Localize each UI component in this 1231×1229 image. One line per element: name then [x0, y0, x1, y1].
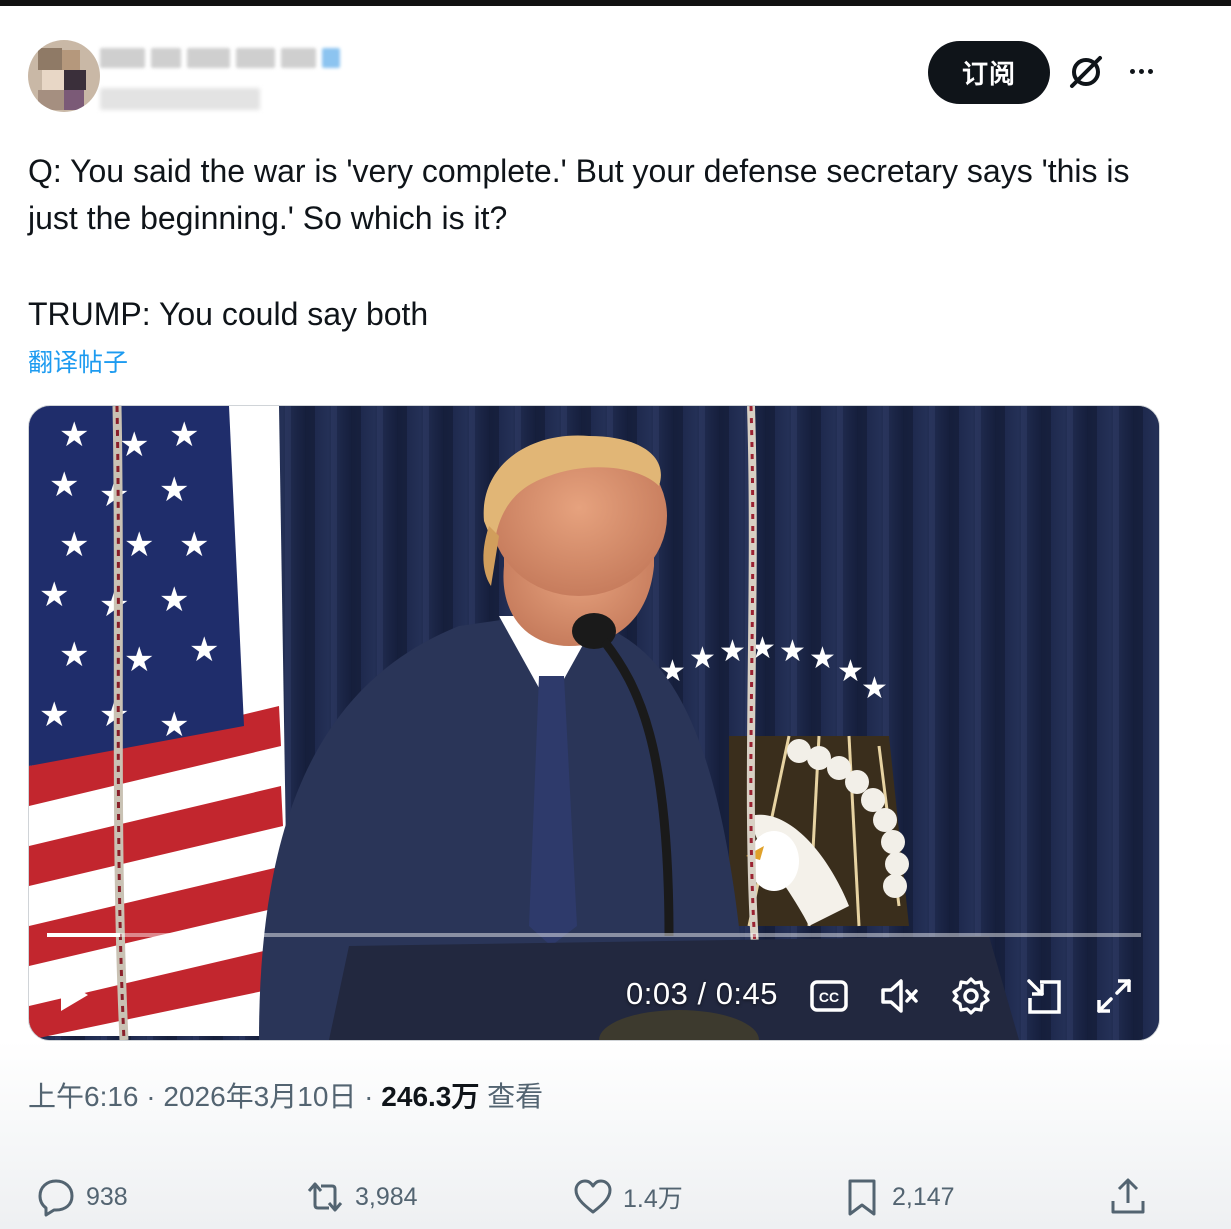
blurred-handle[interactable]: [100, 88, 260, 110]
svg-text:★: ★: [179, 526, 209, 564]
repost-button[interactable]: 3,984: [305, 1170, 418, 1224]
reply-count: 938: [86, 1182, 128, 1211]
share-button[interactable]: [1108, 1170, 1148, 1224]
svg-text:★: ★: [837, 655, 864, 688]
bookmark-count: 2,147: [892, 1182, 955, 1211]
reply-icon: [38, 1179, 74, 1217]
svg-text:CC: CC: [819, 989, 839, 1005]
play-icon[interactable]: [57, 976, 91, 1014]
translate-post-link[interactable]: 翻译帖子: [28, 343, 128, 379]
video-player[interactable]: ★ ★ ★ ★ ★ ★ ★ ★ ★ ★ ★ ★ ★ ★ ★ ★ ★ ★ ★ ★ ★ ★ ★ ★ ★ ★: [28, 405, 1160, 1041]
svg-text:★: ★: [124, 641, 154, 679]
volume-muted-icon[interactable]: [879, 976, 919, 1016]
svg-text:★: ★: [49, 466, 79, 504]
reply-button[interactable]: 938: [36, 1170, 128, 1224]
video-progress-track[interactable]: [47, 933, 1141, 937]
subscribe-button[interactable]: 订阅: [928, 41, 1050, 104]
post-time[interactable]: 上午6:16: [28, 1081, 139, 1112]
svg-text:★: ★: [39, 576, 69, 614]
bookmark-icon: [848, 1179, 876, 1216]
fullscreen-icon[interactable]: [1094, 976, 1134, 1016]
svg-text:★: ★: [119, 426, 149, 464]
video-progress-fill: [47, 933, 121, 937]
svg-text:★: ★: [39, 696, 69, 734]
repost-icon: [307, 1182, 343, 1212]
views-label: 查看: [487, 1081, 544, 1112]
time-total: 0:45: [715, 976, 779, 1011]
svg-text:★: ★: [59, 636, 89, 674]
like-button[interactable]: 1.4万: [573, 1170, 683, 1224]
top-border: [0, 0, 1231, 6]
action-bar: 938 3,984 1.4万 2,147: [0, 1170, 1231, 1224]
video-frame: ★ ★ ★ ★ ★ ★ ★ ★ ★ ★ ★ ★ ★ ★ ★ ★ ★ ★ ★ ★ ★ ★ ★ ★ ★★: [29, 406, 1159, 1040]
more-options-icon[interactable]: [1122, 56, 1160, 86]
post-text-question: Q: You said the war is 'very complete.' …: [28, 153, 1130, 236]
like-count: 1.4万: [623, 1185, 683, 1213]
views-count: 246.3万: [381, 1081, 480, 1112]
svg-text:★: ★: [861, 672, 888, 705]
picture-in-picture-icon[interactable]: [1024, 976, 1064, 1016]
share-icon: [1111, 1178, 1145, 1214]
grok-icon[interactable]: [1066, 52, 1106, 92]
post-meta: 上午6:16 · 2026年3月10日 · 246.3万 查看: [28, 1081, 544, 1112]
repost-count: 3,984: [355, 1182, 418, 1211]
svg-text:★: ★: [124, 526, 154, 564]
svg-text:★: ★: [689, 642, 716, 675]
svg-text:★: ★: [809, 642, 836, 675]
post-date[interactable]: 2026年3月10日: [163, 1081, 356, 1112]
svg-text:★: ★: [719, 635, 746, 668]
svg-text:★: ★: [159, 581, 189, 619]
heart-icon: [574, 1179, 612, 1214]
time-current: 0:03: [626, 976, 689, 1011]
svg-text:★: ★: [59, 526, 89, 564]
svg-text:★: ★: [779, 635, 806, 668]
svg-text:★: ★: [169, 416, 199, 454]
flag-graphic: ★ ★ ★ ★ ★ ★ ★ ★ ★ ★ ★ ★ ★ ★ ★ ★ ★ ★: [29, 406, 289, 1040]
video-timecode: 0:03 / 0:45: [626, 976, 779, 1011]
svg-text:★: ★: [159, 706, 189, 744]
settings-icon[interactable]: [951, 976, 991, 1016]
svg-text:★: ★: [59, 416, 89, 454]
post-text-answer: TRUMP: You could say both: [28, 296, 429, 332]
blurred-display-name[interactable]: [100, 44, 340, 72]
svg-text:★: ★: [189, 631, 219, 669]
closed-captions-icon[interactable]: CC: [809, 976, 849, 1016]
avatar[interactable]: [28, 40, 100, 112]
bookmark-button[interactable]: 2,147: [842, 1170, 955, 1224]
post-text: Q: You said the war is 'very complete.' …: [28, 148, 1148, 338]
svg-text:★: ★: [159, 471, 189, 509]
